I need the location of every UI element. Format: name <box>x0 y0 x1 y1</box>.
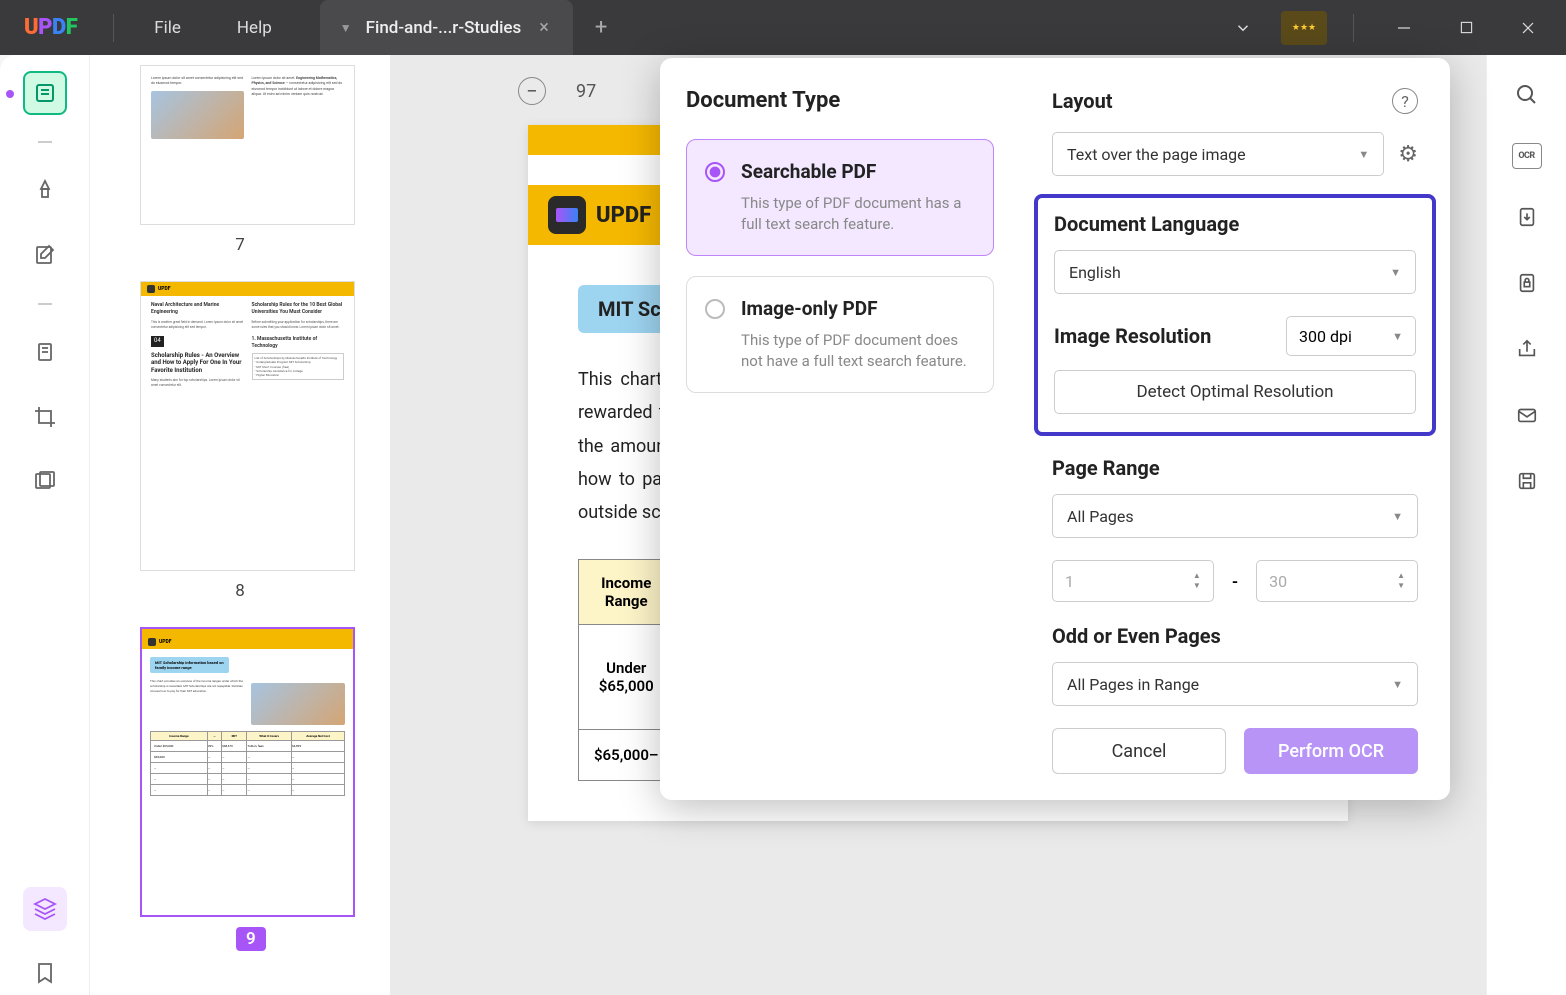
thumbnail-number: 8 <box>140 581 340 601</box>
updf-label: UPDF <box>596 203 651 228</box>
chevron-down-icon: ▼ <box>1392 678 1403 691</box>
chevron-down-icon: ▼ <box>1390 266 1401 279</box>
right-tool-rail: OCR <box>1486 55 1566 995</box>
divider <box>38 141 52 143</box>
menu-file[interactable]: File <box>126 18 209 38</box>
ocr-button[interactable]: OCR <box>1512 143 1542 169</box>
edit-tool-button[interactable] <box>23 233 67 277</box>
share-icon[interactable] <box>1509 331 1545 367</box>
highlighted-section: Document Language English▼ Image Resolut… <box>1034 194 1436 436</box>
image-only-pdf-option[interactable]: Image-only PDF This type of PDF document… <box>686 276 994 393</box>
option-title: Image-only PDF <box>741 297 973 320</box>
option-description: This type of PDF document has a full tex… <box>741 193 973 235</box>
close-button[interactable] <box>1504 8 1552 48</box>
thumbnail-panel[interactable]: Lorem ipsum dolor sit amet consectetur a… <box>90 55 390 995</box>
chevron-down-icon: ▼ <box>1392 330 1403 343</box>
tab-title: Find-and-...r-Studies <box>366 18 522 38</box>
layout-select[interactable]: Text over the page image▼ <box>1052 132 1384 176</box>
organize-tool-button[interactable] <box>23 459 67 503</box>
ocr-settings-panel: Document Type Searchable PDF This type o… <box>660 58 1450 800</box>
help-icon[interactable]: ? <box>1392 88 1418 114</box>
reader-mode-button[interactable] <box>23 71 67 115</box>
divider <box>38 303 52 305</box>
cancel-button[interactable]: Cancel <box>1052 728 1226 774</box>
language-label: Document Language <box>1054 212 1416 236</box>
document-type-heading: Document Type <box>686 88 994 113</box>
language-select[interactable]: English▼ <box>1054 250 1416 294</box>
radio-icon <box>705 162 725 182</box>
updf-logo-icon <box>548 196 586 234</box>
thumbnail-number: 7 <box>140 235 340 255</box>
indicator-dot <box>6 90 14 98</box>
chevron-down-icon[interactable] <box>1219 8 1267 48</box>
detect-resolution-button[interactable]: Detect Optimal Resolution <box>1054 370 1416 414</box>
chevron-down-icon: ▼ <box>1392 510 1403 523</box>
perform-ocr-button[interactable]: Perform OCR <box>1244 728 1418 774</box>
crop-tool-button[interactable] <box>23 395 67 439</box>
titlebar: UPDF File Help ▼ Find-and-...r-Studies ×… <box>0 0 1566 55</box>
email-icon[interactable] <box>1509 397 1545 433</box>
stepper-icons[interactable]: ▲▼ <box>1397 572 1405 590</box>
divider <box>1353 14 1354 42</box>
maximize-button[interactable] <box>1442 8 1490 48</box>
thumbnail-page-8[interactable]: UPDF Naval Architecture and Marine Engin… <box>140 281 355 571</box>
range-dash: - <box>1232 572 1238 591</box>
bookmark-button[interactable] <box>23 951 67 995</box>
document-tab[interactable]: ▼ Find-and-...r-Studies × <box>320 0 573 55</box>
gear-icon[interactable]: ⚙ <box>1398 142 1418 167</box>
range-to-input[interactable]: 30 ▲▼ <box>1256 560 1418 602</box>
divider <box>113 14 114 42</box>
radio-icon <box>705 299 725 319</box>
tab-dropdown-icon[interactable]: ▼ <box>340 21 352 35</box>
page-range-label: Page Range <box>1052 456 1418 480</box>
app-logo: UPDF <box>0 15 101 40</box>
minimize-button[interactable] <box>1380 8 1428 48</box>
search-icon[interactable] <box>1509 77 1545 113</box>
convert-icon[interactable] <box>1509 199 1545 235</box>
pages-tool-button[interactable] <box>23 331 67 375</box>
oddeven-select[interactable]: All Pages in Range▼ <box>1052 662 1418 706</box>
option-description: This type of PDF document does not have … <box>741 330 973 372</box>
layout-label: Layout <box>1052 89 1113 113</box>
zoom-level: 97 <box>576 81 596 102</box>
tab-close-icon[interactable]: × <box>535 17 553 38</box>
zoom-out-button[interactable]: − <box>518 77 546 105</box>
thumbnail-page-9[interactable]: UPDF MIT Scholarship information based o… <box>140 627 355 917</box>
menu-help[interactable]: Help <box>209 18 300 38</box>
oddeven-label: Odd or Even Pages <box>1052 624 1418 648</box>
layers-button[interactable] <box>23 887 67 931</box>
thumbnail-number: 9 <box>140 927 340 977</box>
resolution-label: Image Resolution <box>1054 324 1211 348</box>
option-title: Searchable PDF <box>741 160 973 183</box>
account-badge[interactable]: ★★★ <box>1281 11 1327 45</box>
highlight-tool-button[interactable] <box>23 169 67 213</box>
new-tab-button[interactable]: + <box>573 15 629 40</box>
searchable-pdf-option[interactable]: Searchable PDF This type of PDF document… <box>686 139 994 256</box>
save-icon[interactable] <box>1509 463 1545 499</box>
thumbnail-page-7[interactable]: Lorem ipsum dolor sit amet consectetur a… <box>140 65 355 225</box>
stepper-icons[interactable]: ▲▼ <box>1193 572 1201 590</box>
chevron-down-icon: ▼ <box>1358 148 1369 161</box>
protect-icon[interactable] <box>1509 265 1545 301</box>
resolution-select[interactable]: 300 dpi▼ <box>1286 316 1416 356</box>
left-tool-rail <box>0 55 90 995</box>
page-range-select[interactable]: All Pages▼ <box>1052 494 1418 538</box>
range-from-input[interactable]: 1 ▲▼ <box>1052 560 1214 602</box>
